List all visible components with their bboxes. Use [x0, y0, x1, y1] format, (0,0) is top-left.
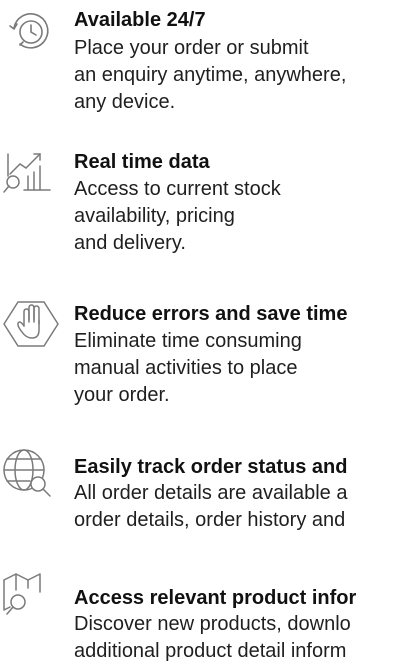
feature-line: All order details are available a — [74, 482, 348, 504]
feature-line: Access to current stock — [74, 178, 281, 200]
feature-line: your order. — [74, 384, 170, 406]
globe-search-icon — [0, 446, 62, 506]
feature-title: Reduce errors and save time — [74, 303, 348, 325]
feature-line: Place your order or submit — [74, 37, 309, 59]
feature-line: any device. — [74, 91, 176, 113]
feature-line: Discover new products, downlo — [74, 613, 351, 635]
feature-line: availability, pricing — [74, 205, 235, 227]
feature-line: manual activities to place — [74, 357, 298, 379]
feature-line: an enquiry anytime, anywhere, — [74, 64, 347, 86]
feature-line: Eliminate time consuming — [74, 330, 302, 352]
feature-title: Easily track order status and — [74, 456, 348, 478]
stop-hand-icon — [0, 296, 62, 356]
feature-line: additional product detail inform — [74, 640, 347, 662]
chart-search-icon — [0, 146, 62, 206]
feature-title: Real time data — [74, 151, 210, 173]
feature-title: Available 24/7 — [74, 9, 206, 31]
map-search-icon — [0, 566, 62, 626]
feature-line: and delivery. — [74, 232, 186, 254]
feature-line: order details, order history and — [74, 509, 346, 531]
clock-refresh-icon — [0, 4, 62, 64]
feature-title: Access relevant product infor — [74, 587, 357, 609]
